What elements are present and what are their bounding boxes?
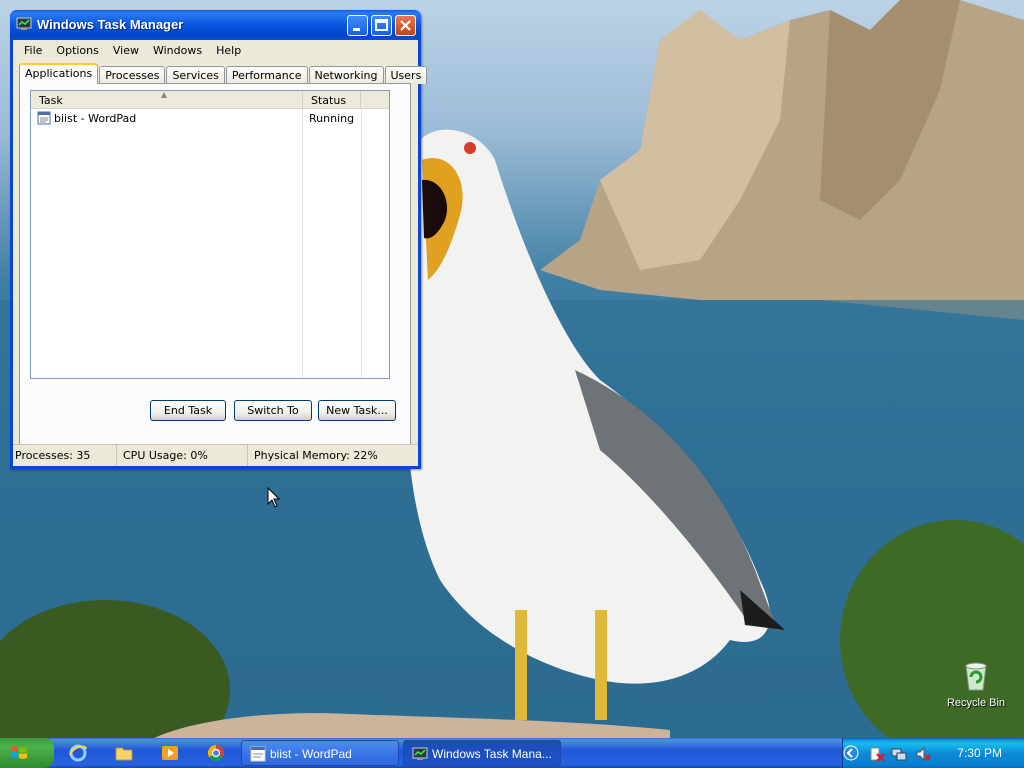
column-separator bbox=[361, 109, 362, 378]
network-icon[interactable] bbox=[891, 746, 907, 762]
security-alert-icon[interactable] bbox=[869, 746, 885, 762]
wallpaper-seagull bbox=[406, 129, 785, 720]
task-manager-icon bbox=[16, 17, 32, 30]
switch-to-button[interactable]: Switch To bbox=[234, 400, 312, 421]
desktop-icon-label: Recycle Bin bbox=[946, 697, 1006, 709]
windows-logo-icon bbox=[11, 746, 27, 759]
tab-processes[interactable]: Processes bbox=[99, 66, 166, 84]
row-status-cell: Running bbox=[309, 111, 355, 125]
task-manager-icon bbox=[412, 747, 428, 760]
column-separator bbox=[302, 109, 303, 378]
close-button[interactable] bbox=[395, 15, 416, 36]
minimize-button[interactable] bbox=[347, 15, 368, 36]
taskbar: biist - WordPad Windows Task Mana... 7:3… bbox=[0, 738, 1024, 768]
tab-applications[interactable]: Applications bbox=[19, 63, 99, 84]
tab-strip: Applications Processes Services Performa… bbox=[19, 63, 428, 84]
taskbar-button-label: biist - WordPad bbox=[270, 747, 352, 761]
media-player-icon[interactable] bbox=[160, 743, 180, 763]
wordpad-icon bbox=[37, 111, 51, 125]
row-task-label: biist - WordPad bbox=[54, 111, 137, 125]
folder-icon[interactable] bbox=[114, 743, 134, 763]
menu-file[interactable]: File bbox=[17, 44, 49, 57]
status-bar: Processes: 35 CPU Usage: 0% Physical Mem… bbox=[13, 444, 418, 466]
sort-arrow-icon: ▲ bbox=[161, 90, 168, 99]
recycle-bin-icon bbox=[965, 662, 987, 691]
task-manager-window[interactable]: Windows Task Manager File Options View W… bbox=[10, 10, 428, 469]
clock[interactable]: 7:30 PM bbox=[957, 746, 1002, 760]
task-list[interactable]: Task ▲ Status biist - WordPad Running bbox=[30, 90, 390, 379]
title-bar[interactable]: Windows Task Manager bbox=[10, 10, 421, 40]
minimize-icon bbox=[353, 28, 360, 31]
window-title: Windows Task Manager bbox=[37, 17, 184, 32]
close-icon bbox=[400, 20, 411, 31]
status-physical-memory: Physical Memory: 22% bbox=[254, 449, 378, 462]
desktop-icon-recycle-bin[interactable]: Recycle Bin bbox=[940, 660, 1012, 709]
status-cpu-usage: CPU Usage: 0% bbox=[117, 445, 248, 466]
taskbar-button-wordpad[interactable]: biist - WordPad bbox=[241, 740, 399, 766]
maximize-icon bbox=[375, 19, 388, 31]
wordpad-icon bbox=[250, 746, 266, 762]
tab-performance[interactable]: Performance bbox=[225, 66, 308, 84]
chevron-left-icon bbox=[843, 745, 859, 761]
chrome-icon[interactable] bbox=[206, 743, 226, 763]
list-header: Task ▲ Status bbox=[31, 90, 389, 109]
end-task-button[interactable]: End Task bbox=[150, 400, 226, 421]
menu-view[interactable]: View bbox=[106, 44, 146, 57]
taskbar-button-label: Windows Task Mana... bbox=[432, 747, 552, 761]
status-processes: Processes: 35 bbox=[13, 445, 117, 466]
menu-windows[interactable]: Windows bbox=[146, 44, 209, 57]
taskbar-button-task-manager[interactable]: Windows Task Mana... bbox=[403, 740, 561, 766]
menu-help[interactable]: Help bbox=[209, 44, 248, 57]
column-header-task[interactable]: Task ▲ bbox=[31, 90, 303, 108]
show-hidden-icons-button[interactable] bbox=[843, 745, 859, 761]
new-task-button[interactable]: New Task... bbox=[318, 400, 396, 421]
volume-muted-icon[interactable] bbox=[915, 746, 931, 762]
row-task-cell: biist - WordPad bbox=[31, 111, 303, 125]
tab-networking[interactable]: Networking bbox=[308, 66, 384, 84]
system-tray: 7:30 PM bbox=[842, 738, 1024, 768]
menu-options[interactable]: Options bbox=[49, 44, 105, 57]
tab-users[interactable]: Users bbox=[384, 66, 428, 84]
start-button[interactable] bbox=[0, 738, 54, 768]
column-header-task-label: Task bbox=[39, 94, 63, 107]
menu-bar: File Options View Windows Help bbox=[13, 40, 418, 60]
internet-explorer-icon[interactable] bbox=[68, 743, 88, 763]
maximize-button[interactable] bbox=[371, 15, 392, 36]
column-header-status[interactable]: Status bbox=[303, 91, 361, 108]
tab-services[interactable]: Services bbox=[166, 66, 225, 84]
window-body: File Options View Windows Help Applicati… bbox=[13, 40, 428, 466]
table-row[interactable]: biist - WordPad Running bbox=[31, 109, 389, 127]
mouse-cursor-icon bbox=[267, 487, 281, 508]
